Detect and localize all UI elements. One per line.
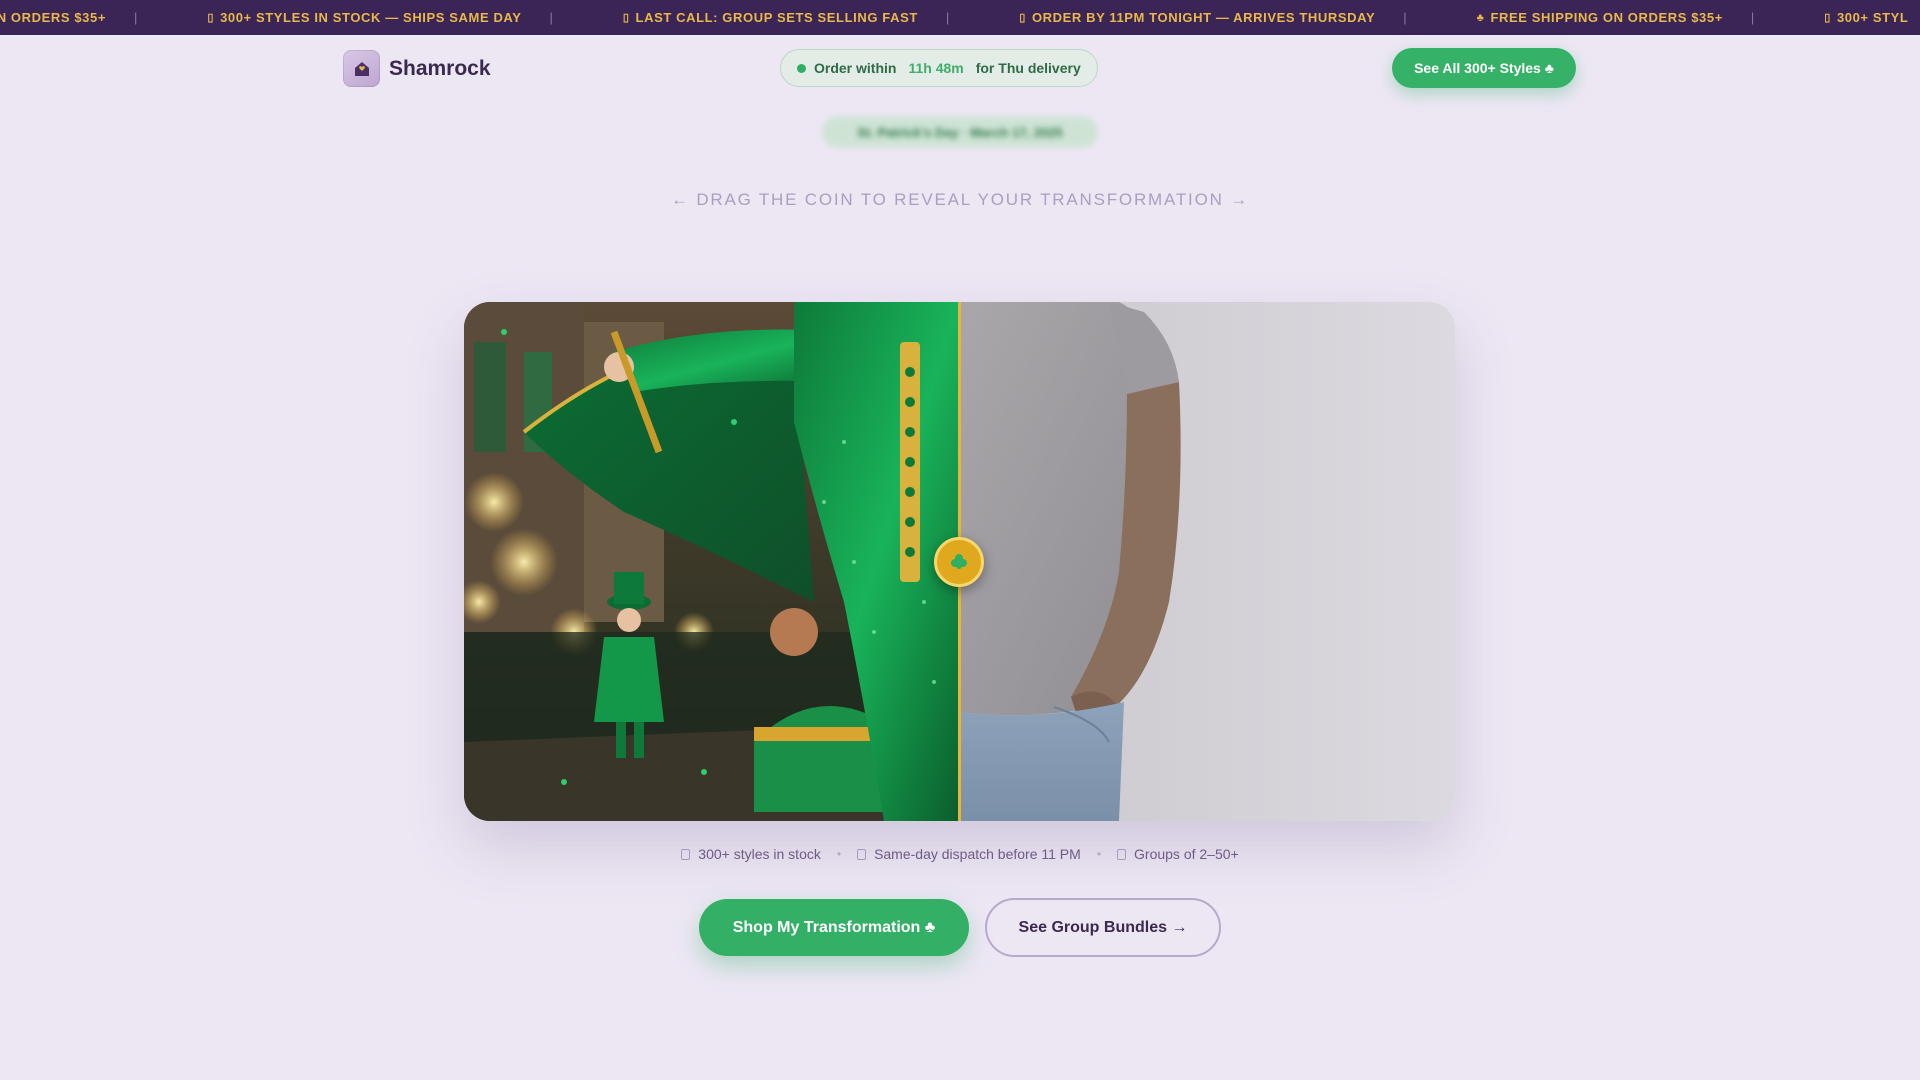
ticker-separator: | <box>1403 10 1407 25</box>
shop-transformation-button[interactable]: Shop My Transformation ♣ <box>699 899 969 956</box>
event-chip: St. Patrick's Day · March 17, 2025 <box>822 116 1098 148</box>
ticker-item: ON ORDERS $35+ <box>0 10 106 25</box>
brand-name: Shamrock <box>389 56 491 80</box>
box-icon <box>1117 848 1127 860</box>
ticker-text: ORDER BY 11PM TONIGHT — ARRIVES THURSDAY <box>1031 10 1376 25</box>
ticker-separator: | <box>549 10 553 25</box>
event-chip-text: St. Patrick's Day · March 17, 2025 <box>857 124 1063 140</box>
see-all-styles-button[interactable]: See All 300+ Styles ♣ <box>1392 48 1576 88</box>
group-bundles-button[interactable]: See Group Bundles → <box>985 898 1221 957</box>
live-dot-icon <box>797 63 806 73</box>
ticker-text: 300+ STYLES IN STOCK — SHIPS SAME DAY <box>220 10 522 25</box>
ticker-text: FREE SHIPPING ON ORDERS $35+ <box>1490 10 1723 25</box>
trust-text: 300+ styles in stock <box>698 846 821 862</box>
shamrock-icon: ♣ <box>1476 11 1485 24</box>
trust-separator: • <box>836 847 842 861</box>
before-after-slider[interactable] <box>464 302 1455 821</box>
box-icon: ▯ <box>1824 12 1831 24</box>
ticker-item: ▯ 300+ STYL <box>1824 10 1908 25</box>
ticker-item: ▯ ORDER BY 11PM TONIGHT — ARRIVES THURSD… <box>1019 10 1375 25</box>
ticker-item: ▯ 300+ STYLES IN STOCK — SHIPS SAME DAY <box>207 10 521 25</box>
box-icon <box>857 848 867 860</box>
ticker-track: ON ORDERS $35+ | ▯ 300+ STYLES IN STOCK … <box>0 0 1908 35</box>
costume-photo <box>464 302 959 821</box>
trust-separator: • <box>1096 847 1102 861</box>
shamrock-icon <box>951 554 967 569</box>
countdown-timer: 11h 48m <box>908 60 964 76</box>
box-icon: ▯ <box>1019 12 1026 24</box>
ticker-text: LAST CALL: GROUP SETS SELLING FAST <box>635 10 918 25</box>
drag-hint: ← DRAG THE COIN TO REVEAL YOUR TRANSFORM… <box>671 190 1249 209</box>
box-icon <box>681 848 691 860</box>
plain-outfit-photo <box>959 302 1455 821</box>
trust-item: Same-day dispatch before 11 PM <box>857 846 1081 862</box>
ticker-separator: | <box>134 10 138 25</box>
trust-text: Same-day dispatch before 11 PM <box>874 846 1081 862</box>
box-icon: ▯ <box>207 12 215 24</box>
delivery-countdown: Order within 11h 48m for Thu delivery <box>780 49 1098 87</box>
trust-item: Groups of 2–50+ <box>1117 846 1239 862</box>
site-header: Shamrock Order within 11h 48m for Thu de… <box>0 35 1920 100</box>
house-icon <box>343 50 380 87</box>
box-icon: ▯ <box>622 12 630 24</box>
ticker-separator: | <box>945 10 950 25</box>
promo-ticker: ON ORDERS $35+ | ▯ 300+ STYLES IN STOCK … <box>0 0 1920 35</box>
trust-badges: 300+ styles in stock • Same-day dispatch… <box>0 846 1920 862</box>
ticker-item: ♣ FREE SHIPPING ON ORDERS $35+ <box>1477 10 1723 25</box>
countdown-prefix: Order within <box>814 60 897 76</box>
trust-item: 300+ styles in stock <box>681 846 821 862</box>
ticker-text: ON ORDERS $35+ <box>0 10 107 25</box>
ticker-text: 300+ STYL <box>1836 10 1909 25</box>
coin-drag-handle[interactable] <box>934 537 984 587</box>
countdown-suffix: for Thu delivery <box>975 60 1081 76</box>
brand-logo[interactable]: Shamrock <box>343 50 491 87</box>
ticker-item: ▯ LAST CALL: GROUP SETS SELLING FAST <box>623 10 918 25</box>
ticker-separator: | <box>1750 10 1755 25</box>
trust-text: Groups of 2–50+ <box>1134 846 1239 862</box>
